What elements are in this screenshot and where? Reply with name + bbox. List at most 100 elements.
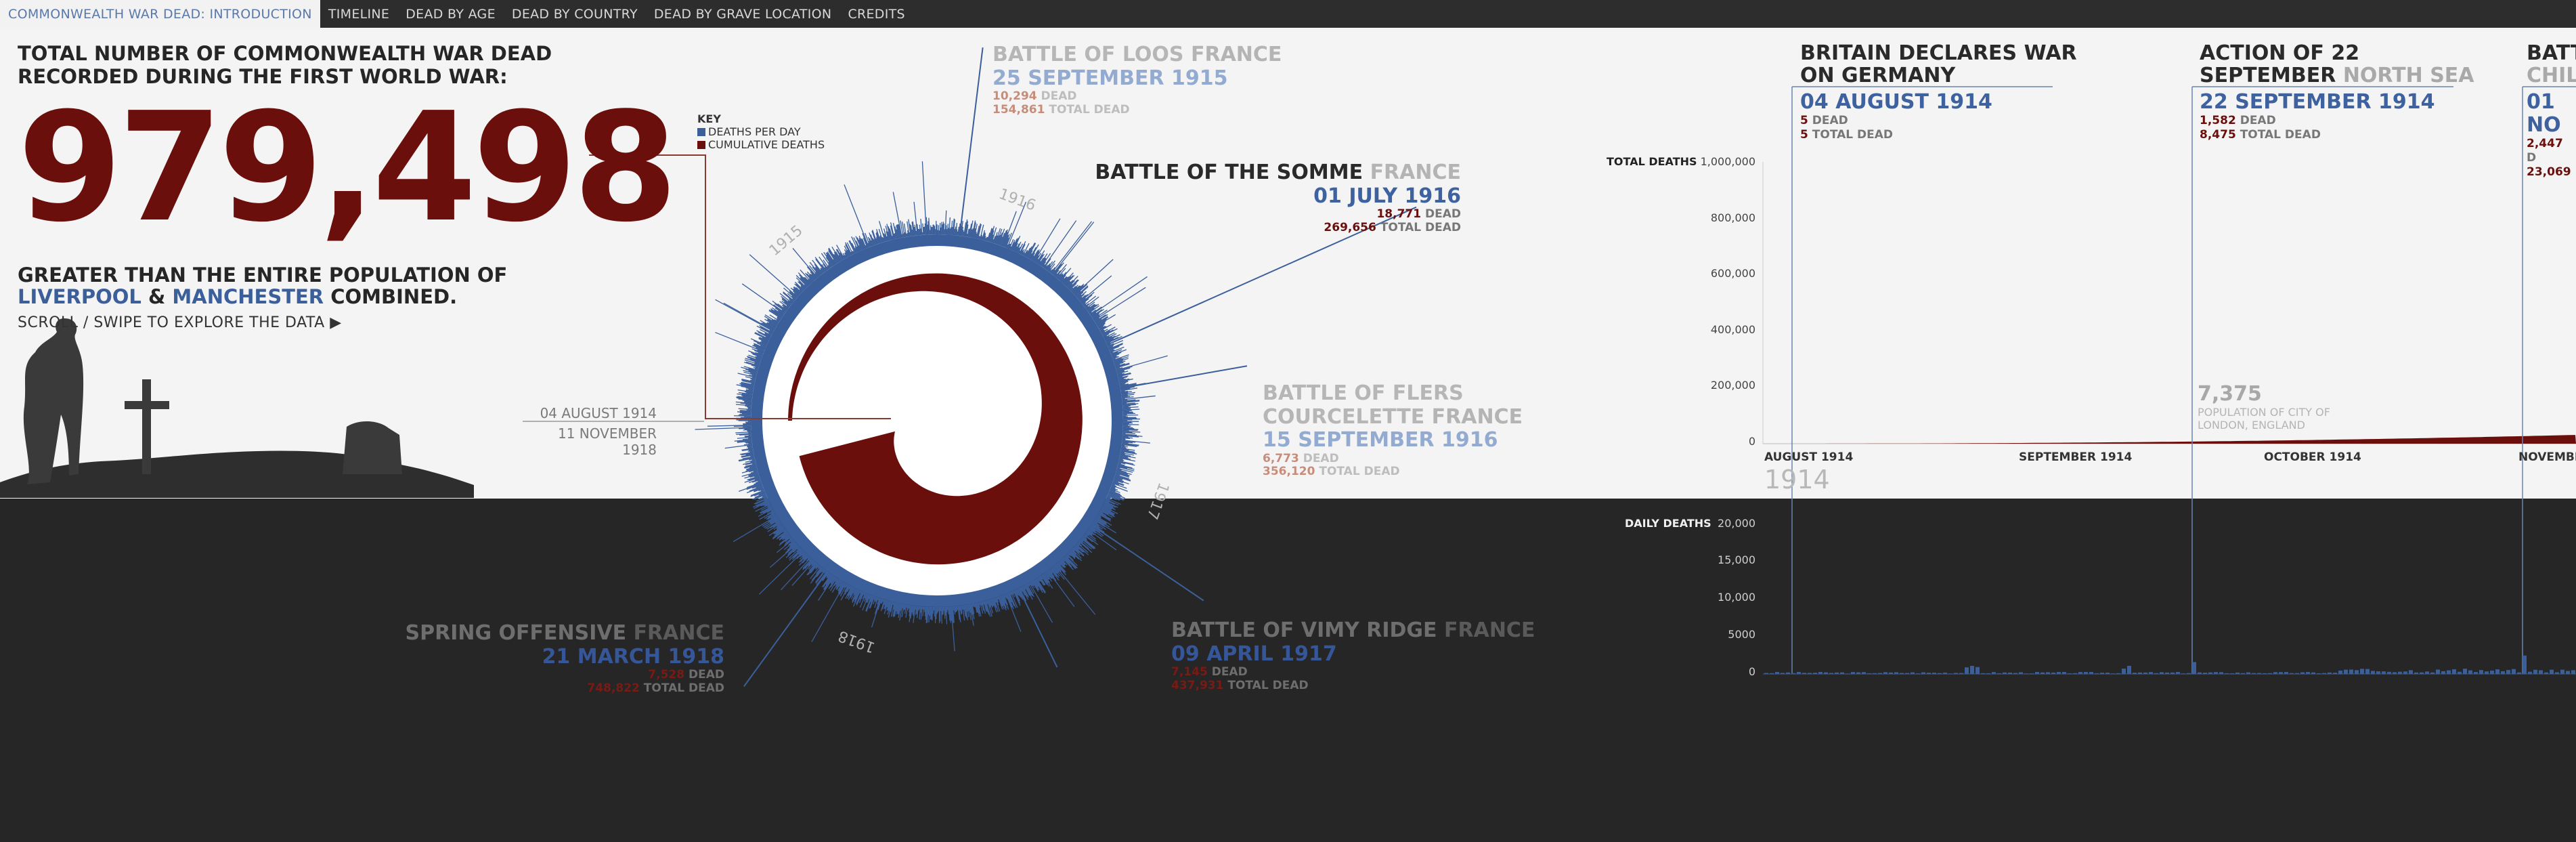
daily-bar	[2284, 672, 2288, 674]
daily-bar	[2105, 672, 2110, 674]
daily-bar	[2192, 662, 2196, 674]
daily-spike	[1047, 570, 1075, 607]
nav-dead-by-age[interactable]: DEAD BY AGE	[397, 0, 504, 28]
daily-bar	[2268, 673, 2272, 674]
daily-bar	[2219, 672, 2223, 674]
daily-spike	[1033, 218, 1061, 262]
daily-bar	[1835, 672, 1839, 674]
total-tick-800000: 800,000	[1710, 211, 1755, 224]
daily-bar	[2528, 671, 2532, 674]
daily-spike	[739, 427, 751, 429]
daily-bar	[2013, 673, 2017, 674]
event-1-total-label: TOTAL DEAD	[2240, 128, 2321, 142]
battle-loos-dead-label: DEAD	[1041, 89, 1077, 103]
daily-bar	[2317, 673, 2321, 674]
daily-bar	[2382, 671, 2386, 674]
nav-dead-by-grave-location[interactable]: DEAD BY GRAVE LOCATION	[646, 0, 840, 28]
daily-bar	[2203, 673, 2207, 674]
battle-spring-total-label: TOTAL DEAD	[643, 681, 724, 695]
key-deaths-per-day: DEATHS PER DAY	[708, 125, 801, 138]
scroll-hint[interactable]: SCROLL / SWIPE TO EXPLORE THE DATA ▶	[18, 314, 674, 331]
daily-bar	[2154, 673, 2158, 674]
daily-bar	[2084, 672, 2088, 674]
daily-tick-5000: 5000	[1728, 628, 1755, 641]
daily-bar	[1846, 673, 1850, 674]
daily-bar	[2122, 669, 2126, 674]
key-row-deaths-per-day: DEATHS PER DAY	[697, 125, 825, 138]
event-2-title-line2: CHIL	[2527, 64, 2576, 87]
battle-flers[interactable]: BATTLE OF FLERS COURCELETTE FRANCE 15 SE…	[1263, 381, 1523, 479]
event-2-dead-label: D	[2527, 151, 2537, 165]
daily-spike	[947, 228, 949, 235]
nav-introduction[interactable]: COMMONWEALTH WAR DEAD: INTRODUCTION	[0, 0, 320, 28]
daily-tick-0: 0	[1748, 665, 1755, 678]
daily-deaths-bars	[1764, 655, 2575, 674]
battle-loos-location: FRANCE	[1190, 43, 1282, 66]
battle-vimy-ridge[interactable]: BATTLE OF VIMY RIDGE FRANCE 09 APRIL 191…	[1171, 618, 1535, 692]
battle-loos[interactable]: BATTLE OF LOOS FRANCE 25 SEPTEMBER 1915 …	[992, 43, 1282, 117]
nav-credits[interactable]: CREDITS	[839, 0, 913, 28]
battle-flers-line1: BATTLE OF FLERS	[1263, 381, 1464, 405]
daily-bar	[2539, 670, 2543, 674]
daily-bar	[2300, 672, 2305, 674]
daily-bar	[2441, 671, 2445, 674]
daily-bar	[2116, 673, 2120, 674]
month-oct-1914: OCTOBER 1914	[2264, 450, 2361, 464]
nav-timeline[interactable]: TIMELINE	[320, 0, 397, 28]
range-end-date: 11 NOVEMBER 1918	[558, 425, 657, 458]
daily-bar	[2290, 673, 2294, 674]
battle-spring-offensive[interactable]: SPRING OFFENSIVE FRANCE 21 MARCH 1918 7,…	[406, 621, 725, 695]
soldier-silhouette-illustration	[0, 318, 474, 498]
daily-bar	[2225, 673, 2229, 674]
daily-spike	[1074, 259, 1114, 295]
battle-flers-dead-label: DEAD	[1303, 451, 1339, 465]
daily-bar	[2468, 670, 2472, 674]
population-comparison: GREATER THAN THE ENTIRE POPULATION OF LI…	[18, 264, 674, 308]
daily-bar	[2295, 673, 2299, 674]
battle-somme[interactable]: BATTLE OF THE SOMME FRANCE 01 JULY 1916 …	[1095, 161, 1461, 234]
event-1-dead: 1,582	[2200, 114, 2236, 127]
daily-bar	[2371, 671, 2375, 674]
daily-bar	[2409, 670, 2413, 674]
battle-somme-dead-label: DEAD	[1425, 207, 1461, 221]
daily-bar	[1873, 673, 1877, 674]
daily-bar	[2019, 672, 2023, 674]
battle-flers-total-label: TOTAL DEAD	[1319, 465, 1400, 479]
daily-bar	[1954, 673, 1958, 674]
daily-bar	[2501, 671, 2505, 674]
nav-dead-by-country[interactable]: DEAD BY COUNTRY	[504, 0, 646, 28]
ampersand: &	[141, 285, 173, 308]
battle-vimy-dead: 7,145	[1171, 665, 1208, 679]
event-action-of-22-september[interactable]: ACTION OF 22 SEPTEMBER NORTH SEA 22 SEPT…	[2200, 42, 2474, 142]
battle-flers-date: 15 SEPTEMBER 1916	[1263, 428, 1498, 452]
battle-somme-total: 269,656	[1324, 220, 1376, 234]
event-2-date: 01 NO	[2527, 90, 2561, 137]
combined-text: COMBINED.	[324, 285, 458, 308]
intro-heading-line1: TOTAL NUMBER OF COMMONWEALTH WAR DEAD	[18, 42, 552, 65]
total-tick-0: 0	[1748, 435, 1755, 448]
key-row-cumulative: CUMULATIVE DEATHS	[697, 138, 825, 151]
daily-bar	[2333, 673, 2337, 674]
daily-bar	[1786, 672, 1790, 674]
daily-bar	[2241, 673, 2245, 674]
daily-spike	[748, 442, 753, 444]
daily-spike	[743, 429, 751, 431]
event-battle-partial[interactable]: BATT CHIL 01 NO 2,447 D 23,069	[2527, 42, 2576, 180]
daily-bar	[1770, 673, 1774, 674]
battle-vimy-dead-label: DEAD	[1211, 665, 1248, 679]
daily-bar	[2030, 673, 2034, 674]
battle-flers-name: COURCELETTE	[1263, 404, 1425, 429]
daily-bar	[2533, 669, 2537, 674]
daily-spike	[927, 224, 929, 235]
event-britain-declares-war[interactable]: BRITAIN DECLARES WAR ON GERMANY 04 AUGUS…	[1800, 42, 2077, 142]
year-label-1917: 1917	[1143, 480, 1172, 522]
daily-spike	[927, 606, 930, 615]
daily-bar	[1916, 673, 1920, 674]
daily-bar	[2490, 670, 2494, 674]
daily-spike	[1122, 413, 1135, 415]
battle-somme-dead: 18,771	[1376, 207, 1422, 221]
daily-bar	[1813, 673, 1817, 674]
total-tick-400000: 400,000	[1710, 323, 1755, 336]
spike-vimy	[1091, 524, 1204, 602]
daily-bar	[2235, 672, 2240, 674]
